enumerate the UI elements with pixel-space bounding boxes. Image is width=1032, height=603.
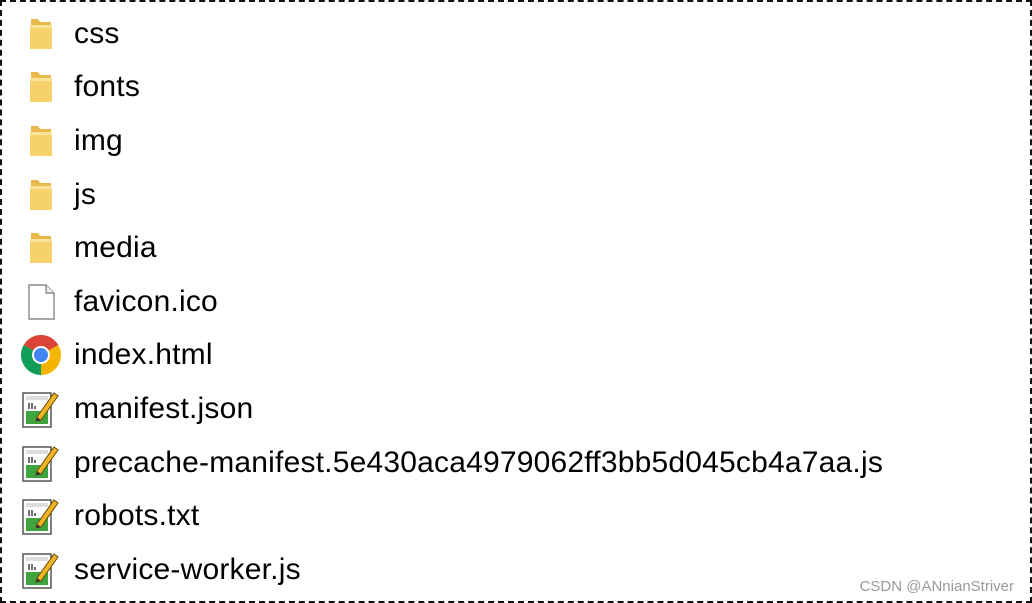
file-name: index.html <box>74 338 213 372</box>
folder-icon <box>20 120 62 162</box>
file-row[interactable]: js <box>2 168 1030 222</box>
file-listing-frame: css fonts img js media favicon.ico index.html m… <box>0 0 1032 603</box>
editor-file-icon <box>20 549 62 591</box>
folder-icon <box>20 174 62 216</box>
file-name: service-worker.js <box>74 552 301 586</box>
chrome-icon <box>20 334 62 376</box>
file-name: precache-manifest.5e430aca4979062ff3bb5d… <box>74 445 884 479</box>
file-row[interactable]: favicon.ico <box>2 275 1030 329</box>
file-name: favicon.ico <box>74 284 218 318</box>
watermark: CSDN @ANnianStriver <box>859 578 1014 595</box>
folder-icon <box>20 13 62 55</box>
folder-icon <box>20 227 62 269</box>
file-name: fonts <box>74 70 141 104</box>
editor-file-icon <box>20 442 62 484</box>
editor-file-icon <box>20 495 62 537</box>
file-row[interactable]: manifest.json <box>2 382 1030 436</box>
file-row[interactable]: fonts <box>2 61 1030 115</box>
file-name: js <box>74 177 97 211</box>
file-name: media <box>74 231 157 265</box>
file-name: robots.txt <box>74 499 200 533</box>
file-row[interactable]: index.html <box>2 329 1030 383</box>
file-name: manifest.json <box>74 391 254 425</box>
folder-icon <box>20 66 62 108</box>
file-row[interactable]: robots.txt <box>2 489 1030 543</box>
editor-file-icon <box>20 388 62 430</box>
file-row[interactable]: precache-manifest.5e430aca4979062ff3bb5d… <box>2 436 1030 490</box>
file-row[interactable]: media <box>2 221 1030 275</box>
blank-file-icon <box>20 281 62 323</box>
file-name: css <box>74 16 120 50</box>
file-list: css fonts img js media favicon.ico index.html m… <box>2 7 1030 597</box>
file-row[interactable]: css <box>2 7 1030 61</box>
file-name: img <box>74 123 123 157</box>
file-row[interactable]: img <box>2 114 1030 168</box>
